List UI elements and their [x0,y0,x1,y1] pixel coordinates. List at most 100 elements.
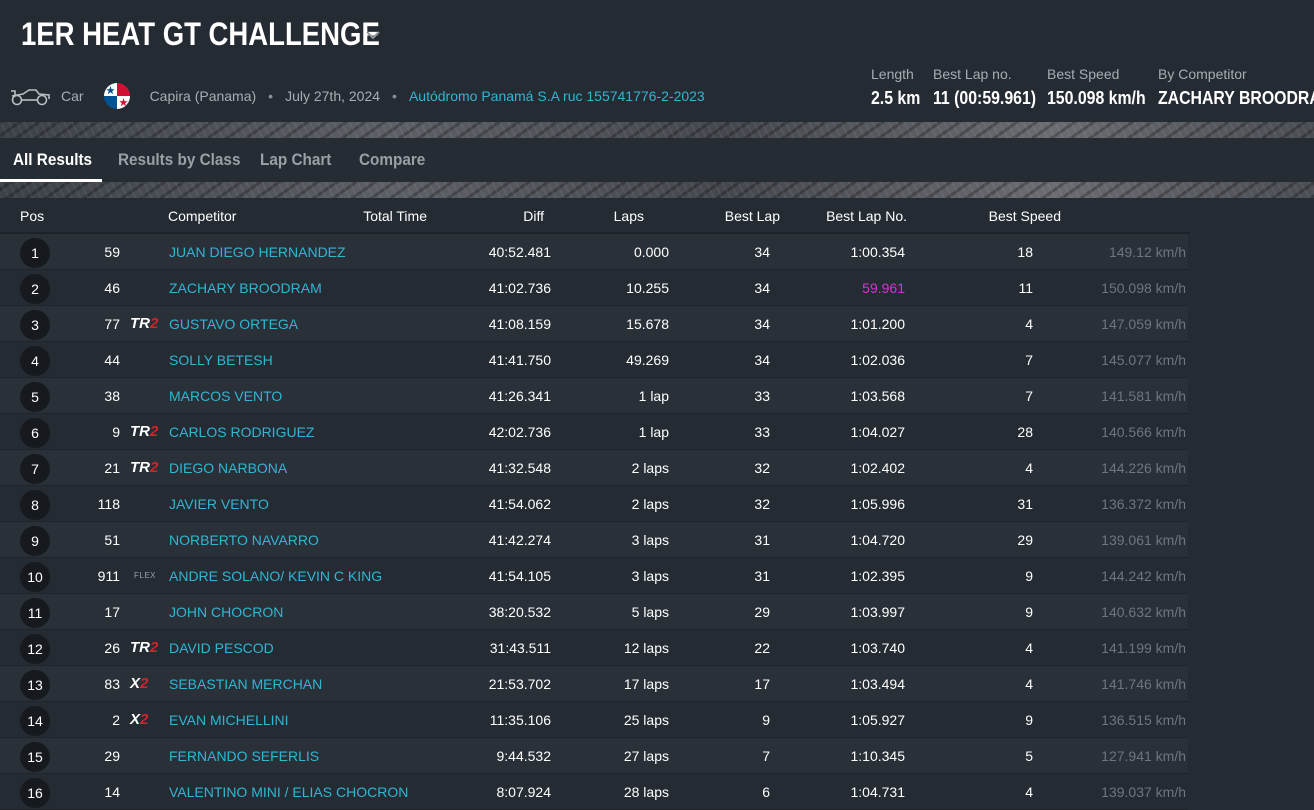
stat-length: Length 2.5 km [871,66,927,109]
best-speed-value: 136.515 km/h [1101,712,1186,728]
best-speed-value: 150.098 km/h [1101,280,1186,296]
best-lap-time: 1:10.345 [850,748,906,764]
table-row[interactable]: 2 46 ZACHARY BROODRAM 41:02.736 10.255 34 59.9… [0,270,1188,306]
organizer-link[interactable]: Autódromo Panamá S.A ruc 155741776-2-202… [409,88,705,104]
car-number: 17 [104,604,120,620]
competitor-name-link[interactable]: JUAN DIEGO HERNANDEZ [169,244,346,260]
laps-value: 32 [754,496,770,512]
class-badge: TR2 [130,315,159,332]
tab-lap-chart[interactable]: Lap Chart [260,138,331,182]
best-lap-time: 1:04.720 [850,532,906,548]
table-row[interactable]: 10 911 FLEX ANDRE SOLANO/ KEVIN C KING 41:54… [0,558,1188,594]
competitor-name-link[interactable]: MARCOS VENTO [169,388,282,404]
race-car-icon [11,89,50,106]
position-badge: 3 [20,310,50,340]
diff-value: 3 laps [631,532,669,548]
car-number: 118 [97,496,120,512]
car-number: 2 [112,712,120,728]
table-row[interactable]: 11 17 JOHN CHOCRON 38:20.532 5 laps 29 1:03.99… [0,594,1188,630]
best-speed-value: 139.061 km/h [1101,532,1186,548]
best-speed-value: 141.746 km/h [1101,676,1186,692]
car-number: 26 [104,640,120,656]
competitor-name-link[interactable]: EVAN MICHELLINI [169,712,289,728]
laps-value: 6 [762,784,770,800]
table-row[interactable]: 4 44 SOLLY BETESH 41:41.750 49.269 34 1:02.036… [0,342,1188,378]
competitor-name-link[interactable]: ANDRE SOLANO/ KEVIN C KING [169,568,382,584]
car-number: 14 [104,784,120,800]
total-time: 41:42.274 [488,532,551,548]
diff-value: 0.000 [633,244,669,260]
diff-value: 1 lap [638,424,669,440]
tab-results-by-class[interactable]: Results by Class [118,138,240,182]
tab-all-results[interactable]: All Results [13,138,92,182]
class-badge: TR2 [130,639,159,656]
best-lap-time: 1:00.354 [850,244,906,260]
table-row[interactable]: 14 2 X2 EVAN MICHELLINI 11:35.106 25 laps 9 1:0… [0,702,1188,738]
stat-by-competitor-value: ZACHARY BROODRAM [1158,88,1314,108]
event-location: Capira (Panama) [149,88,257,104]
position-badge: 7 [20,454,50,484]
col-best-speed[interactable]: Best Speed [989,208,1061,224]
competitor-name-link[interactable]: CARLOS RODRIGUEZ [169,424,314,440]
car-number: 83 [104,676,120,692]
best-lap-time: 1:02.395 [850,568,906,584]
total-time: 41:54.062 [488,496,551,512]
best-lap-number: 5 [1025,748,1033,764]
col-best-lap[interactable]: Best Lap [725,208,780,224]
table-row[interactable]: 16 14 VALENTINO MINI / ELIAS CHOCRON 8:07.9… [0,774,1188,810]
table-row[interactable]: 5 38 MARCOS VENTO 41:26.341 1 lap 33 1:03.568 7… [0,378,1188,414]
class-badge: X2 [130,675,149,692]
total-time: 41:08.159 [488,316,551,332]
table-row[interactable]: 8 118 JAVIER VENTO 41:54.062 2 laps 32 1:05.99… [0,486,1188,522]
best-speed-value: 149.12 km/h [1108,244,1186,260]
best-lap-number: 9 [1025,712,1033,728]
competitor-name-link[interactable]: VALENTINO MINI / ELIAS CHOCRON [169,784,408,800]
competitor-name-link[interactable]: SOLLY BETESH [169,352,273,368]
stat-best-speed-label: Best Speed [1047,66,1120,82]
competitor-name-link[interactable]: SEBASTIAN MERCHAN [169,676,322,692]
table-row[interactable]: 7 21 TR2 DIEGO NARBONA 41:32.548 2 laps 32 1:02… [0,450,1188,486]
position-badge: 2 [20,274,50,304]
tab-compare[interactable]: Compare [359,138,425,182]
table-row[interactable]: 9 51 NORBERTO NAVARRO 41:42.274 3 laps 31 1:04… [0,522,1188,558]
competitor-name-link[interactable]: FERNANDO SEFERLIS [169,748,319,764]
competitor-name-link[interactable]: JOHN CHOCRON [169,604,283,620]
competitor-name-link[interactable]: DAVID PESCOD [169,640,274,656]
table-row[interactable]: 3 77 TR2 GUSTAVO ORTEGA 41:08.159 15.678 34 1:0… [0,306,1188,342]
competitor-name-link[interactable]: GUSTAVO ORTEGA [169,316,298,332]
diff-value: 12 laps [623,640,669,656]
car-number: 59 [104,244,120,260]
competitor-name-link[interactable]: JAVIER VENTO [169,496,269,512]
col-competitor[interactable]: Competitor [168,208,236,224]
competitor-name-link[interactable]: ZACHARY BROODRAM [169,280,322,296]
table-row[interactable]: 12 26 TR2 DAVID PESCOD 31:43.511 12 laps 22 1:0… [0,630,1188,666]
best-lap-number: 31 [1017,496,1033,512]
diff-value: 5 laps [631,604,669,620]
best-lap-number: 11 [1018,280,1033,296]
competitor-name-link[interactable]: DIEGO NARBONA [169,460,287,476]
table-row[interactable]: 15 29 FERNANDO SEFERLIS 9:44.532 27 laps 7 1:1… [0,738,1188,774]
table-row[interactable]: 6 9 TR2 CARLOS RODRIGUEZ 42:02.736 1 lap 33 1:0… [0,414,1188,450]
col-laps[interactable]: Laps [614,208,644,224]
competitor-name-link[interactable]: NORBERTO NAVARRO [169,532,319,548]
best-speed-value: 136.372 km/h [1101,496,1186,512]
table-row[interactable]: 13 83 X2 SEBASTIAN MERCHAN 21:53.702 17 laps 1… [0,666,1188,702]
position-badge: 16 [20,778,50,808]
laps-value: 29 [754,604,770,620]
table-row[interactable]: 1 59 JUAN DIEGO HERNANDEZ 40:52.481 0.000 34 1… [0,234,1188,270]
best-speed-value: 127.941 km/h [1101,748,1186,764]
col-pos[interactable]: Pos [20,208,44,224]
stat-best-lap-value: 11 (00:59.961) [933,88,1037,108]
total-time: 41:54.105 [488,568,551,584]
col-diff[interactable]: Diff [523,208,544,224]
stat-length-label: Length [871,66,914,82]
stat-best-lap: Best Lap no. 11 (00:59.961) [933,66,1050,109]
laps-value: 33 [754,424,770,440]
col-total-time[interactable]: Total Time [363,208,427,224]
best-lap-time: 1:04.731 [850,784,906,800]
col-best-lap-no[interactable]: Best Lap No. [826,208,907,224]
laps-value: 9 [762,712,770,728]
best-lap-time: 1:03.740 [850,640,906,656]
event-meta: Car Capira (Panama) • July 27th, 2024 • … [9,82,705,110]
chevron-down-icon[interactable] [364,26,382,44]
